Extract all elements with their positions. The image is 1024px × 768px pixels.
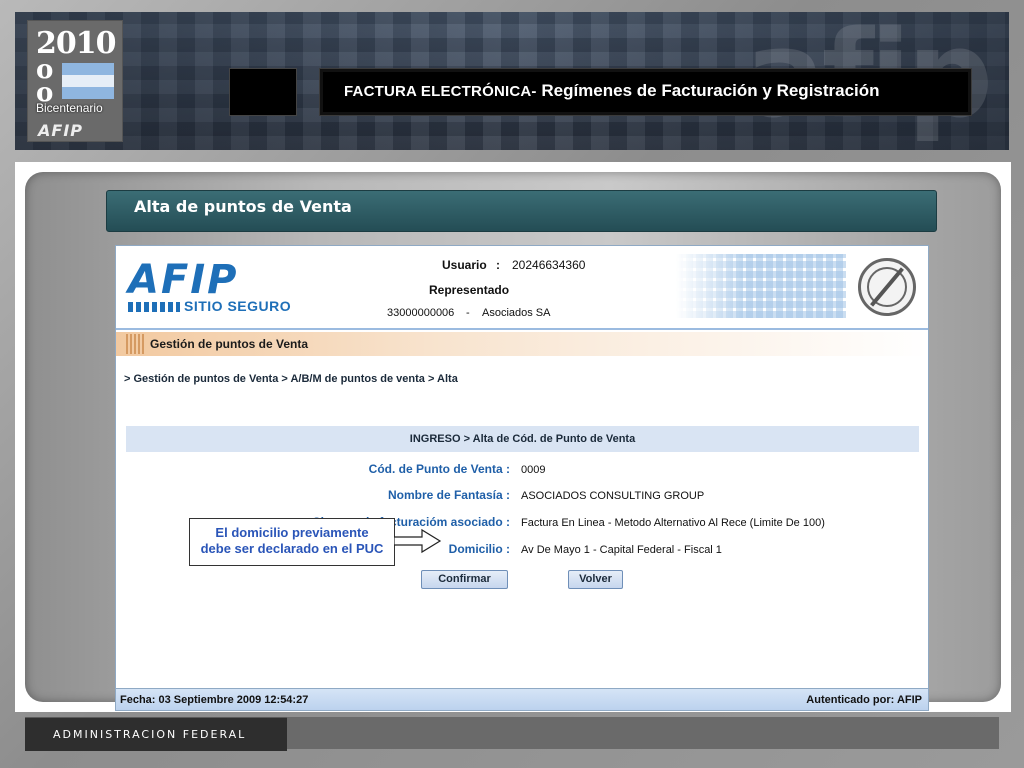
afip-window: AFIP SITIO SEGURO Usuario : 20246634360 … <box>115 245 929 711</box>
title-part1: FACTURA ELECTRÓNICA- <box>344 83 537 100</box>
title-bar: FACTURA ELECTRÓNICA- Regímenes de Factur… <box>319 68 972 116</box>
usuario-label: Usuario <box>442 258 487 272</box>
representado-cuit: 33000000006 <box>387 307 455 319</box>
afip-header: AFIP SITIO SEGURO Usuario : 20246634360 … <box>116 246 928 330</box>
cod-punto-venta-label: Cód. de Punto de Venta : <box>368 462 510 476</box>
nombre-fantasia-label: Nombre de Fantasía : <box>387 488 510 502</box>
cod-punto-venta-value: 0009 <box>521 464 546 476</box>
gestion-title: Gestión de puntos de Venta <box>150 337 309 351</box>
domicilio-label: Domicilio : <box>448 542 510 556</box>
usuario-value: 20246634360 <box>512 258 586 272</box>
callout-line2: debe ser declarado en el PUC <box>200 541 384 556</box>
logo-zeros: oo <box>36 55 54 109</box>
header-banner: afip 2010 oo Bicentenario AFIP FACTURA E… <box>15 12 1009 150</box>
fecha-text: Fecha: 03 Septiembre 2009 12:54:27 <box>120 694 309 706</box>
confirm-button[interactable]: Confirmar <box>421 570 508 589</box>
pixel-decoration <box>676 254 846 318</box>
header-black-box <box>229 68 297 116</box>
gestion-bar: Gestión de puntos de Venta <box>116 332 928 356</box>
representado-label: Representado <box>429 283 510 297</box>
logo-stripes <box>128 302 180 312</box>
status-footer: Fecha: 03 Septiembre 2009 12:54:27 Auten… <box>116 688 928 710</box>
main-frame: Alta de puntos de Venta AFIP SITIO SEGUR… <box>15 162 1011 712</box>
back-button[interactable]: Volver <box>568 570 623 589</box>
page-title: FACTURA ELECTRÓNICA- Regímenes de Factur… <box>344 81 880 101</box>
representado-separator: - <box>466 307 470 319</box>
gestion-ticks-icon <box>126 334 146 354</box>
bottom-bar: ADMINISTRACION FEDERAL <box>25 717 999 751</box>
sistema-facturacion-value: Factura En Linea - Metodo Alternativo Al… <box>521 517 825 529</box>
representado-name: Asociados SA <box>482 307 551 319</box>
sitio-seguro-seal-icon <box>858 258 916 316</box>
logo-brand: AFIP <box>38 121 83 140</box>
administracion-federal-text: ADMINISTRACION FEDERAL <box>53 728 247 741</box>
form-title: INGRESO > Alta de Cód. de Punto de Venta <box>409 433 636 445</box>
section-title: Alta de puntos de Venta <box>134 197 352 216</box>
logo-caption: Bicentenario <box>36 101 103 115</box>
domicilio-value: Av De Mayo 1 - Capital Federal - Fiscal … <box>521 544 722 556</box>
callout-text: El domicilio previamente debe ser declar… <box>190 525 394 557</box>
bottom-left-panel: ADMINISTRACION FEDERAL <box>25 717 287 751</box>
domicilio-callout: El domicilio previamente debe ser declar… <box>189 518 395 566</box>
breadcrumb[interactable]: > Gestión de puntos de Venta > A/B/M de … <box>124 373 458 385</box>
section-header: Alta de puntos de Venta <box>106 190 937 232</box>
autenticado-text: Autenticado por: AFIP <box>806 694 922 706</box>
nombre-fantasia-value: ASOCIADOS CONSULTING GROUP <box>521 490 705 502</box>
bicentenario-logo: 2010 oo Bicentenario AFIP <box>27 20 123 142</box>
title-part2: Regímenes de Facturación y Registración <box>536 81 880 100</box>
flag-icon <box>62 63 114 99</box>
sitio-seguro-label: SITIO SEGURO <box>184 298 292 314</box>
usuario-colon: : <box>496 258 500 272</box>
content-panel: Alta de puntos de Venta AFIP SITIO SEGUR… <box>25 172 1001 711</box>
callout-line1: El domicilio previamente <box>215 525 369 540</box>
callout-arrow-icon <box>394 528 442 554</box>
afip-logo: AFIP <box>128 257 239 303</box>
form-title-bar: INGRESO > Alta de Cód. de Punto de Venta <box>126 426 919 452</box>
